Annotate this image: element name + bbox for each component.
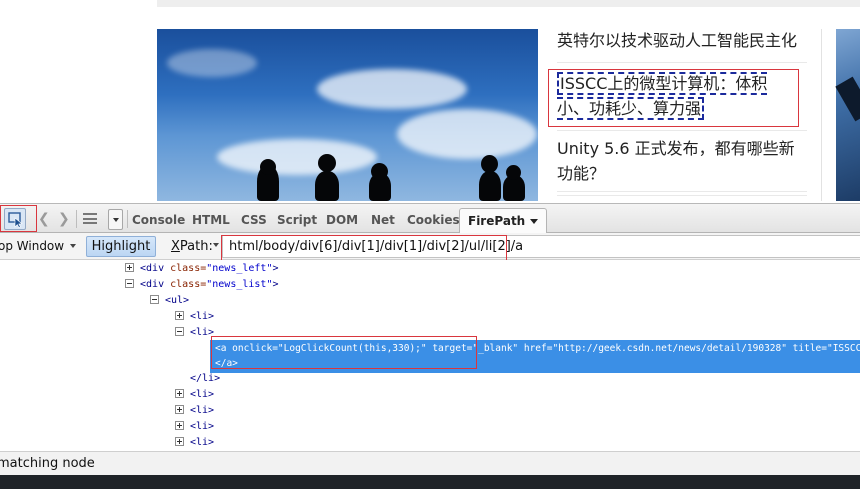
tree-row[interactable]: <div class="news_left"> — [125, 261, 279, 277]
attr-name: class= — [164, 279, 207, 290]
tree-row[interactable]: <li> — [175, 325, 214, 341]
status-bar: matching node — [0, 451, 860, 475]
tag-text: <li> — [190, 421, 215, 432]
silhouette-head — [371, 163, 388, 180]
cloud-shape — [317, 69, 467, 109]
tag-name: div — [146, 279, 165, 290]
annotation-box-selected-node — [211, 336, 477, 369]
tab-css[interactable]: CSS — [241, 213, 267, 227]
collapse-toggle-icon[interactable] — [150, 295, 159, 304]
tab-net[interactable]: Net — [371, 213, 395, 227]
tag-text: </li> — [190, 373, 221, 384]
tab-html[interactable]: HTML — [192, 213, 230, 227]
chevron-down-icon[interactable] — [70, 244, 76, 248]
cloud-shape — [167, 49, 257, 77]
sidebar-thumbnail[interactable] — [835, 29, 860, 201]
toolbar-separator — [76, 210, 77, 228]
silhouette-head — [318, 154, 336, 172]
highlight-button[interactable]: Highlight — [86, 236, 156, 257]
news-item[interactable]: 英特尔以技术驱动人工智能民主化 — [557, 28, 807, 63]
taskbar — [0, 475, 860, 489]
tag-text: <ul> — [165, 295, 190, 306]
attr-value: "news_left" — [206, 263, 273, 274]
silhouette — [315, 171, 339, 201]
tag-text: <li> — [190, 311, 215, 322]
annotation-box-inspect — [0, 205, 37, 232]
options-dropdown-button[interactable] — [108, 209, 123, 230]
cloud-shape — [217, 139, 377, 175]
expand-toggle-icon[interactable] — [175, 405, 184, 414]
tree-row[interactable]: <li> — [175, 403, 214, 419]
tree-row[interactable]: <li> — [175, 309, 214, 325]
silhouette — [479, 171, 501, 201]
tag-text: <li> — [190, 437, 215, 448]
tag-close: > — [272, 263, 279, 274]
tree-row[interactable]: <li> — [175, 419, 214, 435]
news-photo[interactable] — [157, 29, 538, 201]
expand-toggle-icon[interactable] — [175, 389, 184, 398]
tab-script[interactable]: Script — [277, 213, 317, 227]
tag-text: <li> — [190, 405, 215, 416]
collapse-toggle-icon[interactable] — [125, 279, 134, 288]
expand-toggle-icon[interactable] — [175, 421, 184, 430]
attr-value: "news_list" — [206, 279, 273, 290]
expand-toggle-icon[interactable] — [175, 311, 184, 320]
status-text: matching node — [0, 456, 95, 471]
news-item-title[interactable]: Unity 5.6 正式发布，都有哪些新功能？ — [557, 139, 795, 183]
tree-row[interactable]: <div class="news_list"> — [125, 277, 279, 293]
news-list: 英特尔以技术驱动人工智能民主化 — [557, 28, 807, 71]
tab-dom[interactable]: DOM — [326, 213, 358, 227]
toolbar-separator — [127, 210, 128, 228]
news-divider — [557, 191, 807, 192]
xpath-selector[interactable]: XPath: — [171, 239, 213, 254]
forward-arrow-icon[interactable]: ❯ — [58, 211, 70, 227]
tree-row[interactable]: </li> — [190, 371, 220, 387]
expand-toggle-icon[interactable] — [175, 437, 184, 446]
tab-cookies[interactable]: Cookies — [407, 213, 460, 227]
tab-firepath-label: FirePath — [468, 214, 526, 228]
xpath-label-rest: Path: — [179, 239, 213, 254]
news-item-title[interactable]: 英特尔以技术驱动人工智能民主化 — [557, 31, 797, 50]
chevron-down-icon — [530, 219, 539, 224]
tab-firepath[interactable]: FirePath — [459, 208, 548, 235]
silhouette-head — [506, 165, 521, 180]
cloud-shape — [397, 109, 537, 159]
tab-console[interactable]: Console — [132, 213, 185, 227]
annotation-box-news — [548, 69, 799, 127]
chevron-down-icon[interactable] — [213, 243, 219, 247]
collapse-toggle-icon[interactable] — [175, 327, 184, 336]
tree-row[interactable]: <li> — [175, 387, 214, 403]
page-top-band — [157, 0, 860, 7]
thumbnail-shape — [835, 76, 860, 122]
back-arrow-icon[interactable]: ❮ — [38, 211, 50, 227]
tag-close: > — [272, 279, 279, 290]
tag-text: <li> — [190, 389, 215, 400]
tag-name: div — [146, 263, 165, 274]
expand-toggle-icon[interactable] — [125, 263, 134, 272]
silhouette-head — [260, 159, 276, 175]
attr-name: class= — [164, 263, 207, 274]
menu-lines-icon[interactable] — [83, 213, 97, 224]
sidebar-border — [821, 29, 822, 201]
news-item[interactable]: Unity 5.6 正式发布，都有哪些新功能？ — [557, 136, 807, 196]
firebug-toolbar: ❮ ❯ Console HTML CSS Script DOM Net Cook… — [0, 203, 860, 235]
tree-row[interactable]: <ul> — [150, 293, 189, 309]
news-divider — [557, 130, 807, 131]
xpath-label-accesskey: X — [171, 239, 180, 254]
silhouette-head — [481, 155, 498, 173]
tree-row[interactable]: <li> — [175, 435, 214, 451]
window-selector[interactable]: op Window — [0, 239, 64, 253]
